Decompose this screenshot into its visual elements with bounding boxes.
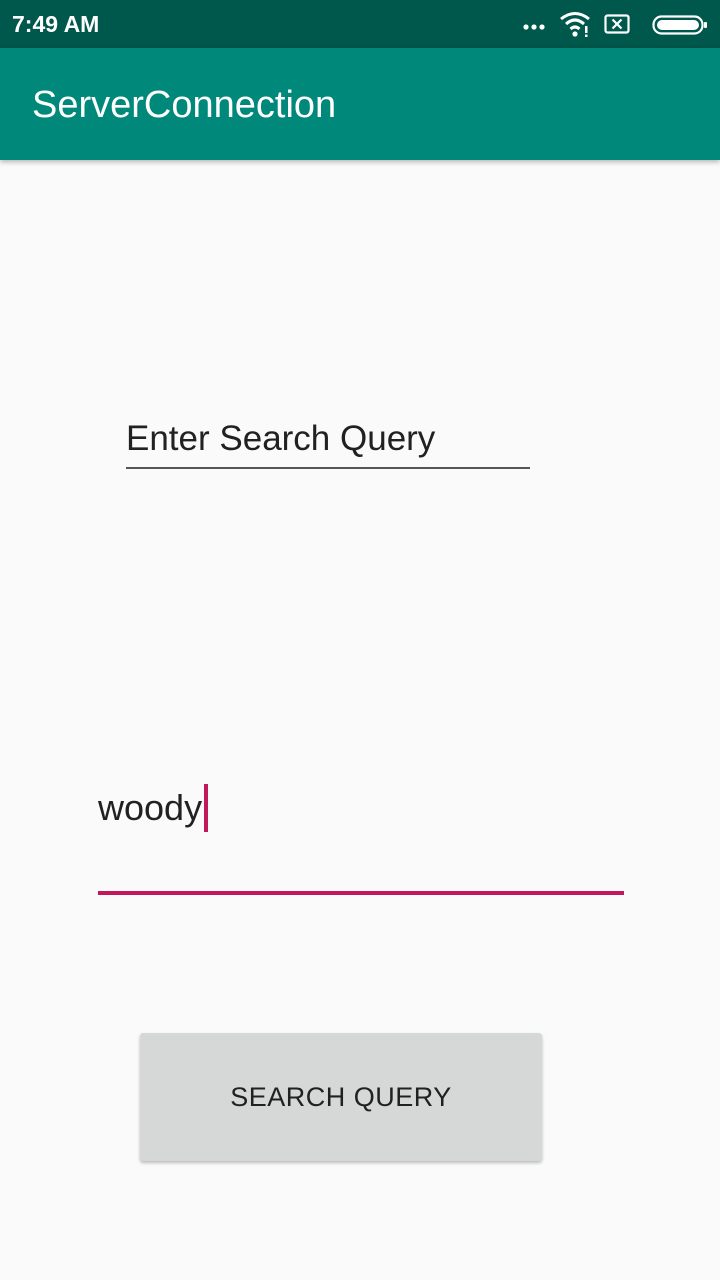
- app-bar: ServerConnection: [0, 48, 720, 160]
- app-title: ServerConnection: [32, 84, 337, 126]
- more-dots-icon: [523, 24, 545, 30]
- battery-icon: [652, 15, 707, 35]
- search-query-input[interactable]: woody: [98, 782, 624, 862]
- search-hint-underline: [126, 467, 530, 469]
- search-query-underline: [98, 891, 624, 895]
- search-hint-text[interactable]: Enter Search Query: [126, 419, 435, 459]
- status-time: 7:49 AM: [12, 11, 100, 37]
- no-sim-icon: [604, 14, 630, 34]
- search-query-value[interactable]: woody: [98, 787, 202, 829]
- text-cursor: [204, 784, 208, 832]
- status-bar: 7:49 AM: [0, 0, 720, 48]
- wifi-icon: [560, 12, 590, 37]
- search-query-button[interactable]: SEARCH QUERY: [140, 1033, 542, 1161]
